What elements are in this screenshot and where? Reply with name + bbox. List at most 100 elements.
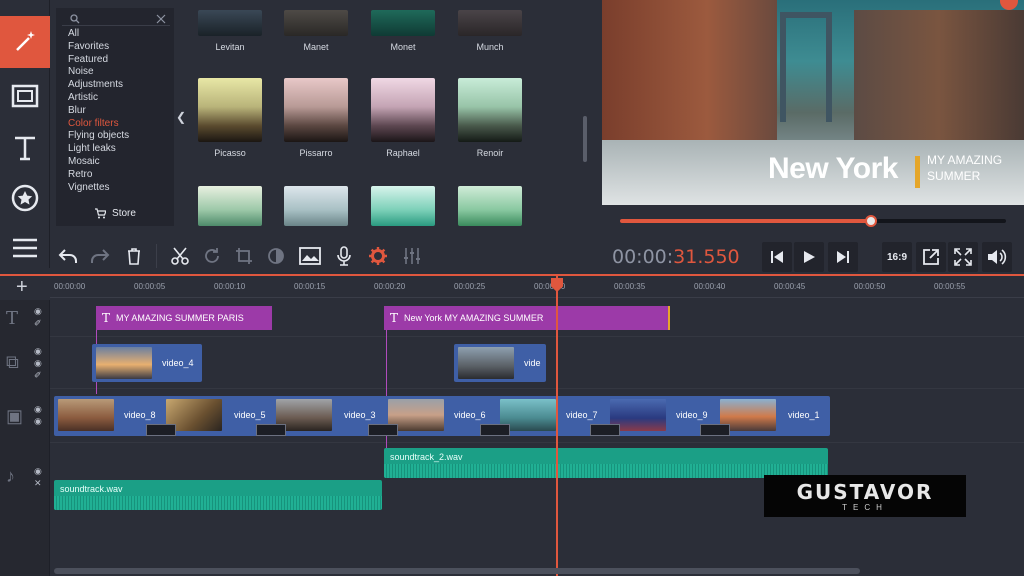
category-item[interactable]: Blur bbox=[68, 105, 129, 118]
mute-icon[interactable]: ◉ bbox=[34, 358, 42, 369]
lock-icon[interactable]: ✐ bbox=[34, 318, 42, 329]
filter-thumbnail bbox=[458, 186, 522, 226]
transition-icon[interactable] bbox=[146, 424, 176, 436]
play-icon bbox=[804, 251, 815, 263]
eye-icon[interactable]: ◉ bbox=[34, 466, 42, 477]
overlay-clip[interactable]: vide bbox=[454, 344, 546, 382]
film-strip-icon[interactable] bbox=[0, 70, 50, 122]
transition-icon[interactable] bbox=[700, 424, 730, 436]
add-track-icon[interactable]: + bbox=[16, 276, 28, 299]
lock-icon[interactable]: ✐ bbox=[34, 370, 42, 381]
category-item[interactable]: Flying objects bbox=[68, 130, 129, 143]
filter-thumbnail bbox=[371, 78, 435, 142]
time-ruler[interactable]: 00:00:00 00:00:05 00:00:10 00:00:15 00:00:20… bbox=[50, 278, 1024, 298]
close-preview-icon[interactable] bbox=[1000, 0, 1018, 10]
filter-card[interactable]: Manet bbox=[284, 10, 348, 52]
category-item[interactable]: Retro bbox=[68, 169, 129, 182]
fullscreen-button[interactable] bbox=[948, 242, 978, 272]
redo-icon[interactable] bbox=[86, 242, 114, 270]
eye-icon[interactable]: ◉ bbox=[34, 404, 42, 415]
filter-name: Levitan bbox=[215, 42, 245, 52]
playhead[interactable] bbox=[556, 276, 558, 576]
eye-icon[interactable]: ◉ bbox=[34, 306, 42, 317]
audio-clip[interactable]: soundtrack_2.wav bbox=[384, 448, 828, 478]
color-adjust-icon[interactable] bbox=[262, 242, 290, 270]
category-item[interactable]: Artistic bbox=[68, 92, 129, 105]
eye-icon[interactable]: ◉ bbox=[34, 346, 42, 357]
clear-search-icon[interactable] bbox=[156, 14, 166, 24]
watermark-text: GUSTAVOR bbox=[796, 480, 934, 504]
filter-card[interactable]: Pissarro bbox=[284, 78, 348, 158]
playback-seek-bar[interactable] bbox=[620, 215, 1006, 227]
category-item[interactable]: All bbox=[68, 28, 129, 41]
next-frame-button[interactable] bbox=[828, 242, 858, 272]
filter-thumbnail bbox=[198, 78, 262, 142]
mute-icon[interactable]: ◉ bbox=[34, 416, 42, 427]
list-icon[interactable] bbox=[0, 222, 50, 274]
category-item[interactable]: Favorites bbox=[68, 41, 129, 54]
category-search-field[interactable] bbox=[62, 12, 170, 26]
clip-label: vide bbox=[524, 358, 541, 368]
title-clip-icon: T bbox=[102, 311, 111, 325]
undo-icon[interactable] bbox=[54, 242, 82, 270]
settings-gear-icon[interactable] bbox=[364, 242, 392, 270]
image-icon[interactable] bbox=[296, 242, 324, 270]
filter-card[interactable] bbox=[198, 186, 262, 226]
transition-icon[interactable] bbox=[480, 424, 510, 436]
export-button[interactable] bbox=[916, 242, 946, 272]
magic-wand-icon[interactable] bbox=[0, 16, 50, 68]
category-item[interactable]: Adjustments bbox=[68, 79, 129, 92]
filter-card[interactable] bbox=[284, 186, 348, 226]
filter-card[interactable]: Renoir bbox=[458, 78, 522, 158]
filter-card[interactable] bbox=[458, 186, 522, 226]
microphone-icon[interactable] bbox=[330, 242, 358, 270]
category-item[interactable]: Light leaks bbox=[68, 143, 129, 156]
trash-icon[interactable] bbox=[120, 242, 148, 270]
category-item[interactable]: Mosaic bbox=[68, 156, 129, 169]
timeline-scrollbar[interactable] bbox=[54, 568, 860, 574]
video-track-icon: ▣ bbox=[6, 406, 24, 426]
aspect-ratio-button[interactable]: 16:9 bbox=[882, 242, 912, 272]
scissors-icon[interactable] bbox=[166, 242, 194, 270]
text-track-icon: T bbox=[6, 308, 19, 329]
previous-frame-button[interactable] bbox=[762, 242, 792, 272]
tool-sidebar bbox=[0, 0, 50, 268]
store-button[interactable]: Store bbox=[64, 204, 166, 222]
filter-card[interactable]: Raphael bbox=[371, 78, 435, 158]
crop-icon[interactable] bbox=[230, 242, 258, 270]
category-item[interactable]: Color filters bbox=[68, 118, 129, 131]
filter-scrollbar[interactable] bbox=[583, 116, 587, 162]
filter-card[interactable]: Monet bbox=[371, 10, 435, 52]
rotate-icon[interactable] bbox=[198, 242, 226, 270]
volume-button[interactable] bbox=[982, 242, 1012, 272]
seek-handle[interactable] bbox=[864, 215, 877, 227]
mute-audio-icon[interactable]: ✕ bbox=[34, 478, 42, 489]
subtitle-line: SUMMER bbox=[927, 169, 981, 183]
aspect-ratio-label: 16:9 bbox=[886, 251, 907, 263]
filter-name: Pissarro bbox=[299, 148, 333, 158]
clip-thumbnail bbox=[458, 347, 514, 379]
title-clip[interactable]: T New York MY AMAZING SUMMER bbox=[384, 306, 670, 330]
overlay-clip[interactable]: video_4 bbox=[92, 344, 202, 382]
audio-clip[interactable]: soundtrack.wav bbox=[54, 480, 382, 510]
main-video-track-clips[interactable]: video_8 video_5 video_3 video_6 video_7 … bbox=[54, 396, 830, 436]
filter-card[interactable] bbox=[371, 186, 435, 226]
category-item[interactable]: Vignettes bbox=[68, 182, 129, 195]
transition-icon[interactable] bbox=[368, 424, 398, 436]
ruler-tick-label: 00:00:35 bbox=[614, 282, 646, 291]
collapse-panel-icon[interactable]: ❮ bbox=[176, 110, 186, 124]
star-badge-icon[interactable] bbox=[0, 172, 50, 224]
title-clip[interactable]: T MY AMAZING SUMMER PARIS bbox=[96, 306, 272, 330]
audio-clip-label: soundtrack_2.wav bbox=[390, 452, 463, 462]
category-item[interactable]: Noise bbox=[68, 66, 129, 79]
preview-image bbox=[602, 0, 777, 140]
text-icon[interactable] bbox=[0, 122, 50, 174]
play-button[interactable] bbox=[794, 242, 824, 272]
transition-icon[interactable] bbox=[256, 424, 286, 436]
category-item[interactable]: Featured bbox=[68, 54, 129, 67]
filter-card[interactable]: Munch bbox=[458, 10, 522, 52]
filter-card[interactable]: Picasso bbox=[198, 78, 262, 158]
equalizer-icon[interactable] bbox=[398, 242, 426, 270]
filter-card[interactable]: Levitan bbox=[198, 10, 262, 52]
transition-icon[interactable] bbox=[590, 424, 620, 436]
